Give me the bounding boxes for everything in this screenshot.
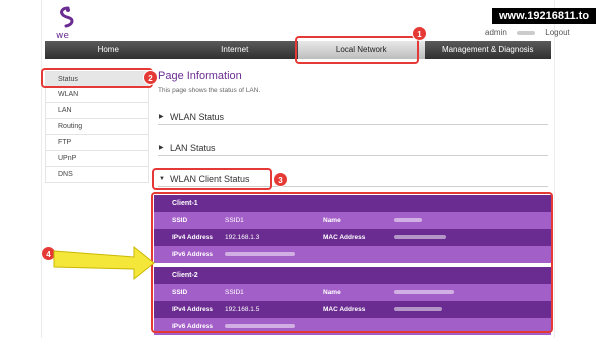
help-link[interactable] xyxy=(517,30,536,35)
admin-label: admin xyxy=(485,28,507,37)
step-badge-1: 1 xyxy=(412,26,427,41)
pointer-arrow-icon xyxy=(53,245,155,281)
logo-text: we xyxy=(56,31,69,40)
collapsed-arrow-icon: ▶ xyxy=(159,145,164,151)
we-logo: we xyxy=(50,6,86,40)
sidebar-item-routing[interactable]: Routing xyxy=(45,119,149,135)
highlight-status xyxy=(41,68,153,88)
sidebar-item-lan[interactable]: LAN xyxy=(45,103,149,119)
sidebar-item-wlan[interactable]: WLAN xyxy=(45,87,149,103)
section-label: LAN Status xyxy=(170,143,216,153)
nav-management-diagnosis[interactable]: Management & Diagnosis xyxy=(425,41,552,59)
page-title: Page Information xyxy=(158,70,242,82)
nav-internet[interactable]: Internet xyxy=(172,41,299,59)
step-badge-2: 2 xyxy=(143,70,158,85)
section-lan-status[interactable]: ▶ LAN Status xyxy=(158,142,548,156)
highlight-client-tables xyxy=(151,192,553,333)
sidebar-item-upnp[interactable]: UPnP xyxy=(45,151,149,167)
section-label: WLAN Status xyxy=(170,112,225,122)
watermark-badge: www.19216811.to xyxy=(492,8,596,24)
sidebar-item-ftp[interactable]: FTP xyxy=(45,135,149,151)
nav-home[interactable]: Home xyxy=(45,41,172,59)
page-description: This page shows the status of LAN. xyxy=(158,87,261,94)
logout-link[interactable]: Logout xyxy=(545,28,569,37)
section-wlan-status[interactable]: ▶ WLAN Status xyxy=(158,111,548,125)
sidebar-item-dns[interactable]: DNS xyxy=(45,167,149,183)
highlight-wlan-client-status xyxy=(152,168,272,190)
top-links: admin Logout xyxy=(477,28,570,37)
highlight-local-network xyxy=(295,36,419,64)
step-badge-3: 3 xyxy=(273,172,288,187)
collapsed-arrow-icon: ▶ xyxy=(159,114,164,120)
main-content: Page Information This page shows the sta… xyxy=(158,70,548,94)
